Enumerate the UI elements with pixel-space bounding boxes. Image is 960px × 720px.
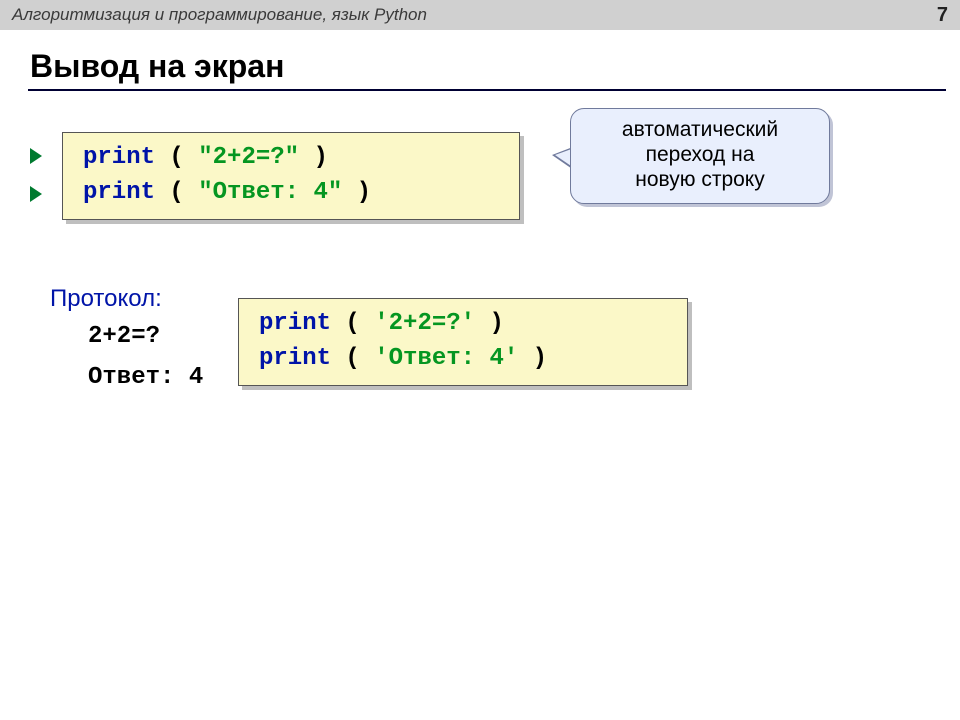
code-paren: ): [518, 345, 547, 372]
code-line: print ( '2+2=?' ): [259, 307, 667, 342]
code-paren: ): [475, 310, 504, 337]
keyword-print: print: [259, 345, 331, 372]
string-literal: 'Ответ: 4': [374, 345, 518, 372]
code-line: print ( "2+2=?" ): [83, 141, 499, 176]
code-paren: ): [299, 144, 328, 171]
bullet-icon: [30, 148, 42, 164]
code-paren: (: [155, 144, 198, 171]
protocol-block: Протокол: 2+2=? Ответ: 4: [30, 255, 203, 405]
string-literal: "2+2=?": [198, 144, 299, 171]
page-number: 7: [937, 4, 948, 27]
code-block-2-wrapper: print ( '2+2=?' ) print ( 'Ответ: 4' ): [238, 298, 688, 386]
callout-bubble: автоматический переход на новую строку: [570, 108, 830, 204]
code-line: print ( "Ответ: 4" ): [83, 176, 499, 211]
code-line: print ( 'Ответ: 4' ): [259, 342, 667, 377]
protocol-label: Протокол:: [50, 285, 203, 313]
code-paren: (: [155, 179, 198, 206]
code-paren: (: [331, 310, 374, 337]
keyword-print: print: [83, 179, 155, 206]
code-block-1: print ( "2+2=?" ) print ( "Ответ: 4" ): [62, 132, 520, 220]
bullet-column: [30, 148, 56, 224]
slide-subtitle: Алгоритмизация и программирование, язык …: [12, 5, 427, 25]
code-block-2: print ( '2+2=?' ) print ( 'Ответ: 4' ): [238, 298, 688, 386]
protocol-output: Ответ: 4: [88, 364, 203, 391]
slide-header: Алгоритмизация и программирование, язык …: [0, 0, 960, 30]
string-literal: '2+2=?': [374, 310, 475, 337]
string-literal: "Ответ: 4": [198, 179, 342, 206]
keyword-print: print: [83, 144, 155, 171]
slide-title: Вывод на экран: [30, 48, 960, 85]
code-block-1-wrapper: print ( "2+2=?" ) print ( "Ответ: 4" ): [62, 132, 520, 220]
bullet-icon: [30, 186, 42, 202]
callout-text: автоматический: [581, 117, 819, 142]
callout-text: переход на: [581, 142, 819, 167]
title-underline: [28, 89, 946, 91]
protocol-output: 2+2=?: [88, 323, 203, 350]
keyword-print: print: [259, 310, 331, 337]
code-paren: (: [331, 345, 374, 372]
code-paren: ): [342, 179, 371, 206]
callout-text: новую строку: [581, 167, 819, 192]
